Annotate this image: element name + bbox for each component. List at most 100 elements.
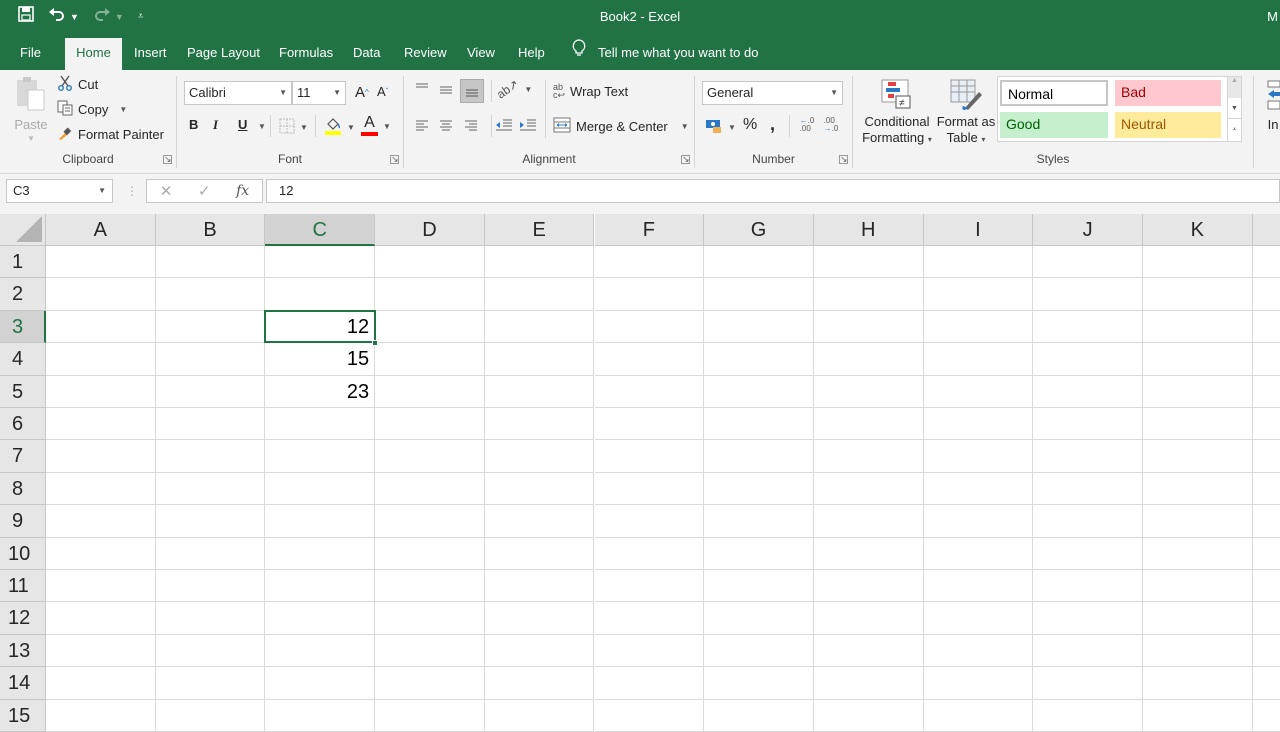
orientation-button[interactable]: ab↗ ▼ [494,77,532,102]
cell-a6[interactable] [46,408,156,441]
cell-a11[interactable] [46,570,156,603]
cell-d3[interactable] [375,310,485,344]
cell-d5[interactable] [375,375,485,408]
cell-h7[interactable] [813,440,924,473]
cell-l5[interactable] [1252,376,1280,408]
row-header-4[interactable]: 4 [0,343,46,376]
cell-a10[interactable] [46,537,156,570]
font-name-combo[interactable]: Calibri ▼ [184,81,292,105]
format-as-table-button[interactable]: Format as Table ▾ [935,78,997,147]
underline-button[interactable]: U [238,117,247,132]
cell-b11[interactable] [155,570,266,603]
cell-l3[interactable] [1252,311,1280,344]
cell-h6[interactable] [813,408,924,441]
cell-i11[interactable] [923,570,1034,603]
cell-a15[interactable] [46,699,156,732]
cell-a14[interactable] [46,667,156,700]
percent-style-button[interactable]: % [743,116,757,134]
column-header-a[interactable]: A [46,214,156,246]
cell-d8[interactable] [375,472,485,506]
cell-c10[interactable] [265,537,376,570]
name-box[interactable]: C3 ▼ [6,179,113,203]
cell-g11[interactable] [704,570,814,603]
cell-b4[interactable] [155,343,266,376]
cell-a12[interactable] [46,602,156,635]
cell-f4[interactable] [594,343,705,376]
row-header-3[interactable]: 3 [0,310,46,344]
cell-c1[interactable] [265,246,376,279]
cell-a8[interactable] [46,472,156,506]
column-header-f[interactable]: F [594,214,705,246]
cell-c4[interactable]: 15 [265,343,376,376]
cell-l11[interactable] [1252,570,1280,603]
column-header-b[interactable]: B [155,214,266,246]
cell-i4[interactable] [923,343,1034,376]
top-align-button[interactable] [414,82,430,97]
cell-l2[interactable] [1252,278,1280,311]
cell-k2[interactable] [1143,278,1253,311]
cell-a1[interactable] [46,246,156,279]
cell-e4[interactable] [484,343,595,376]
cell-d7[interactable] [375,440,485,473]
cell-k14[interactable] [1143,667,1253,700]
row-header-12[interactable]: 12 [0,602,46,635]
cell-l8[interactable] [1252,473,1280,506]
cell-c11[interactable] [265,570,376,603]
cell-b6[interactable] [155,408,266,441]
cell-h9[interactable] [813,505,924,538]
cell-f13[interactable] [594,634,705,668]
cell-b15[interactable] [155,699,266,732]
row-header-11[interactable]: 11 [0,570,46,603]
cell-g1[interactable] [704,246,814,279]
cell-h4[interactable] [813,343,924,376]
cell-f8[interactable] [594,472,705,506]
cell-k7[interactable] [1143,440,1253,473]
cell-l9[interactable] [1252,505,1280,538]
italic-button[interactable]: I [213,117,218,133]
cell-i7[interactable] [923,440,1034,473]
gallery-scrollbar[interactable]: ▲ ▼ ⩡ [1227,77,1241,141]
cell-f5[interactable] [594,375,705,408]
cell-k6[interactable] [1143,408,1253,441]
alignment-launcher-icon[interactable]: ↘ [681,155,690,164]
cell-a3[interactable] [46,310,156,344]
cell-h3[interactable] [813,310,924,344]
gallery-scroll-up-icon[interactable]: ▲ [1228,77,1241,98]
cell-d9[interactable] [375,505,485,538]
cell-l15[interactable] [1252,700,1280,732]
cell-f1[interactable] [594,246,705,279]
cell-f10[interactable] [594,537,705,570]
cell-i8[interactable] [923,472,1034,506]
format-painter-button[interactable]: Format Painter [57,125,164,144]
underline-dropdown-icon[interactable]: ▼ [258,122,266,131]
cell-b1[interactable] [155,246,266,279]
cell-e12[interactable] [484,602,595,635]
cell-b2[interactable] [155,278,266,311]
cell-k9[interactable] [1143,505,1253,538]
cell-g14[interactable] [704,667,814,700]
cell-a4[interactable] [46,343,156,376]
accounting-format-button[interactable]: ▼ [705,118,736,137]
column-header-c[interactable]: C [265,214,376,246]
cell-f9[interactable] [594,505,705,538]
cell-d4[interactable] [375,343,485,376]
row-header-6[interactable]: 6 [0,408,46,441]
row-header-8[interactable]: 8 [0,472,46,506]
cell-a7[interactable] [46,440,156,473]
align-left-button[interactable] [414,118,430,135]
comma-style-button[interactable]: , [770,114,775,135]
cell-c8[interactable] [265,472,376,506]
decrease-font-size-button[interactable]: Aˇ [377,84,388,99]
font-launcher-icon[interactable]: ↘ [390,155,399,164]
tell-me-search[interactable]: Tell me what you want to do [572,38,758,68]
resize-handle-icon[interactable]: ⋮ [126,184,138,198]
cut-button[interactable]: Cut [57,75,98,94]
align-center-button[interactable] [438,118,454,135]
increase-decimal-button[interactable]: ←.0.00 [798,117,816,133]
cell-g10[interactable] [704,537,814,570]
merge-center-button[interactable]: Merge & Center ▼ [553,117,689,136]
row-header-1[interactable]: 1 [0,246,46,279]
cell-i15[interactable] [923,699,1034,732]
cell-j9[interactable] [1033,505,1143,538]
conditional-formatting-button[interactable]: ≠ Conditional Formatting ▾ [861,78,933,147]
